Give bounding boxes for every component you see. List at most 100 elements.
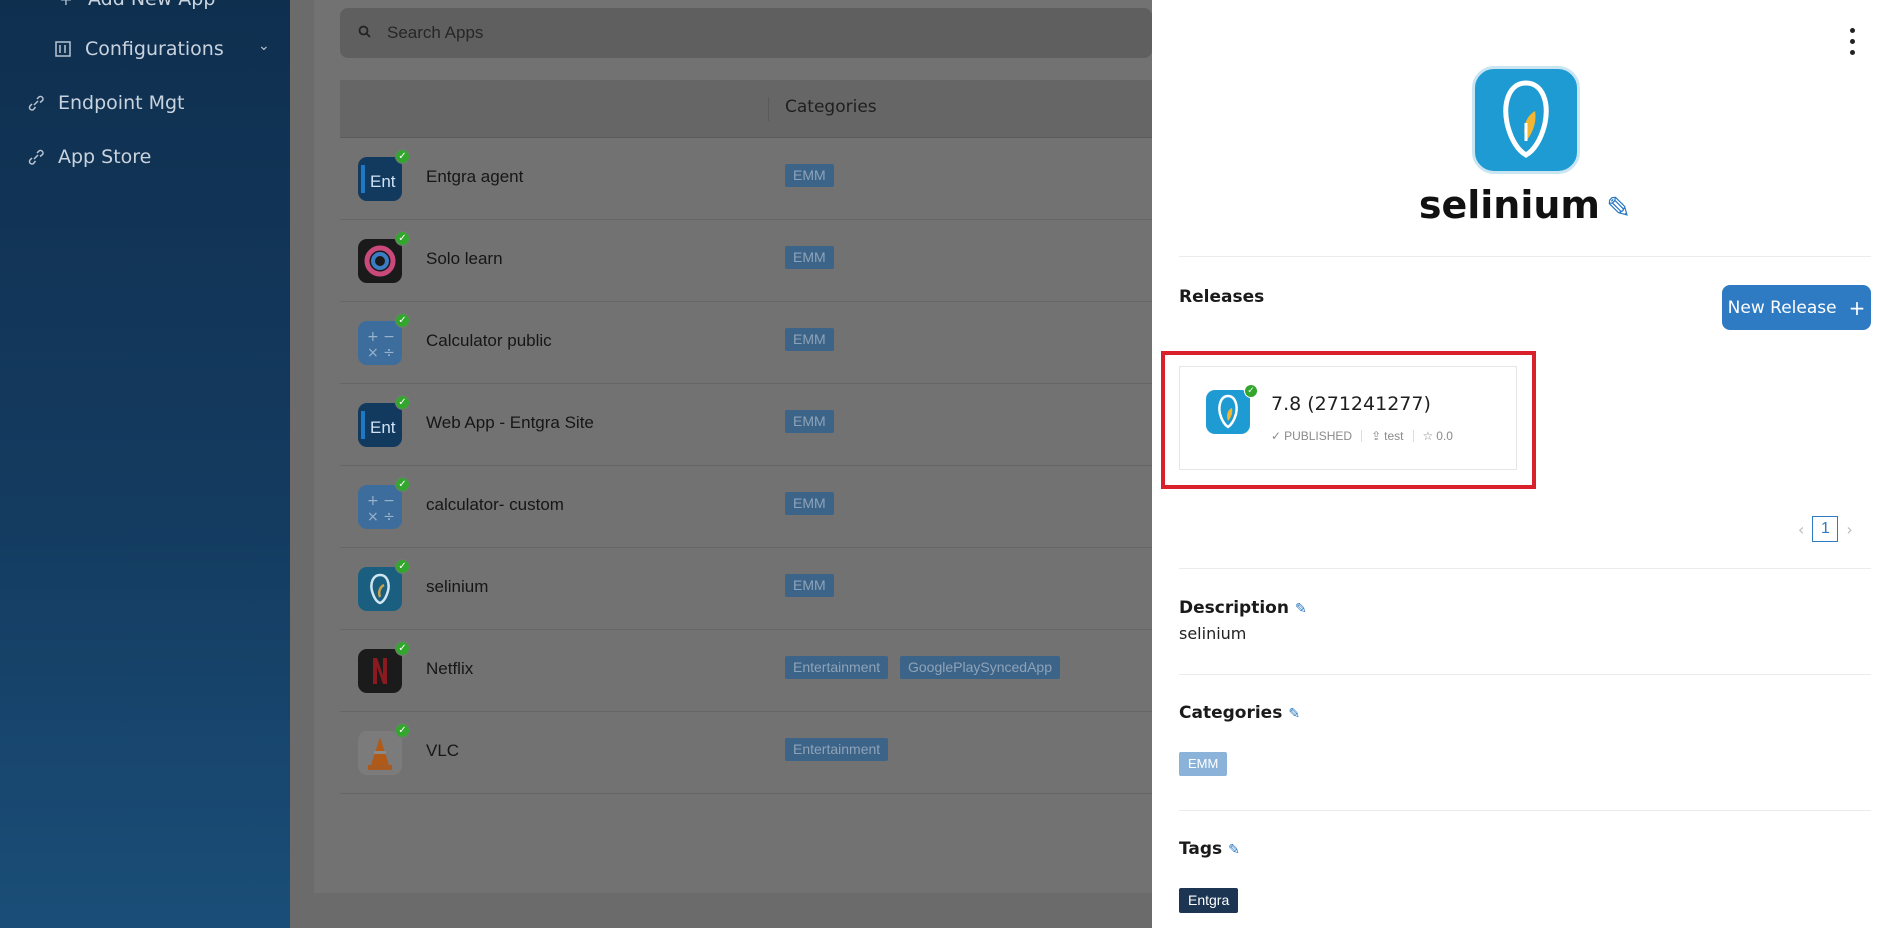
table-row[interactable]: Ent ✓ Entgra agent EMM xyxy=(340,138,1152,220)
description-text: selinium xyxy=(1179,624,1247,643)
svg-text:Ent: Ent xyxy=(370,418,396,437)
svg-text:Ent: Ent xyxy=(370,172,396,191)
svg-text:× ÷: × ÷ xyxy=(367,509,395,525)
sidebar-item-add-new-app[interactable]: + Add New App xyxy=(56,0,215,10)
plus-icon: + xyxy=(1848,295,1866,320)
sidebar-item-label: Configurations xyxy=(85,38,224,60)
category-tag: EMM xyxy=(785,164,834,187)
main-content: Categories Ent ✓ Entgra agent EMM ✓ Solo… xyxy=(290,0,1152,928)
selinium-release-icon xyxy=(1206,390,1250,434)
category-tag: Entertainment xyxy=(785,656,889,679)
prev-page-icon[interactable]: ‹ xyxy=(1798,520,1804,539)
category-tag: EMM xyxy=(1179,752,1228,776)
tags-title: Tags xyxy=(1179,839,1223,859)
chevron-down-icon[interactable]: ⌄ xyxy=(258,38,270,54)
published-check-icon: ✓ xyxy=(395,313,410,328)
categories-title: Categories xyxy=(1179,703,1283,723)
next-page-icon[interactable]: › xyxy=(1846,520,1852,539)
divider xyxy=(1179,674,1871,675)
table-row[interactable]: Ent ✓ Web App - Entgra Site EMM xyxy=(340,384,1152,466)
app-name: Solo learn xyxy=(426,249,503,268)
table-row[interactable]: ✓ Netflix Entertainment GooglePlaySynced… xyxy=(340,630,1152,712)
description-heading: Description ✎ xyxy=(1179,598,1307,618)
divider xyxy=(1179,810,1871,811)
release-card[interactable]: ✓ 7.8 (271241277) ✓ PUBLISHED ⇪ test ☆ 0… xyxy=(1179,366,1517,470)
new-release-label: New Release xyxy=(1727,297,1837,318)
category-tag: Entertainment xyxy=(785,738,889,761)
page-number[interactable]: 1 xyxy=(1812,516,1839,542)
sidebar-item-label: App Store xyxy=(58,146,152,168)
svg-text:+ −: + − xyxy=(367,329,395,345)
table-row[interactable]: ✓ selinium EMM xyxy=(340,548,1152,630)
release-rating: 0.0 xyxy=(1436,429,1453,443)
more-options-icon[interactable] xyxy=(1850,28,1860,61)
app-name: Calculator public xyxy=(426,331,552,350)
sololearn-icon xyxy=(358,239,402,283)
plus-icon: + xyxy=(56,0,76,9)
published-check-icon: ✓ xyxy=(395,723,410,738)
edit-icon[interactable]: ✎ xyxy=(1606,191,1631,226)
published-check-icon: ✓ xyxy=(395,477,410,492)
divider xyxy=(1179,568,1871,569)
new-release-button[interactable]: New Release + xyxy=(1722,285,1871,330)
divider xyxy=(1179,256,1871,257)
published-check-icon: ✓ xyxy=(1244,384,1258,398)
selinium-icon xyxy=(358,567,402,611)
netflix-icon xyxy=(358,649,402,693)
category-tag: EMM xyxy=(785,410,834,433)
sidebar-item-endpoint-mgt[interactable]: Endpoint Mgt xyxy=(26,92,185,114)
category-tag: EMM xyxy=(785,246,834,269)
published-check-icon: ✓ xyxy=(395,641,410,656)
edit-icon[interactable]: ✎ xyxy=(1228,842,1240,858)
app-name: calculator- custom xyxy=(426,495,564,514)
tags-heading: Tags ✎ xyxy=(1179,839,1240,859)
release-meta: ✓ PUBLISHED ⇪ test ☆ 0.0 xyxy=(1271,429,1453,443)
description-title: Description xyxy=(1179,598,1289,618)
app-name: VLC xyxy=(426,741,460,760)
vlc-icon xyxy=(358,731,402,775)
sidebar-item-configurations[interactable]: Configurations xyxy=(53,38,224,60)
selinium-app-icon xyxy=(1472,66,1580,174)
app-name: Netflix xyxy=(426,659,474,678)
entgra-icon: Ent xyxy=(358,157,402,201)
app-name: selinium xyxy=(426,577,489,596)
entgra-icon: Ent xyxy=(358,403,402,447)
published-check-icon: ✓ xyxy=(395,149,410,164)
sidebar-item-app-store[interactable]: App Store xyxy=(26,146,151,168)
release-type: test xyxy=(1384,429,1404,443)
edit-icon[interactable]: ✎ xyxy=(1295,601,1307,617)
table-header: Categories xyxy=(340,80,1152,138)
separator xyxy=(1361,430,1363,442)
table-row[interactable]: ✓ Solo learn EMM xyxy=(340,220,1152,302)
link-icon xyxy=(26,93,46,113)
tag-badge: Entgra xyxy=(1179,888,1239,913)
app-detail-drawer: selinium ✎ Releases New Release + ✓ 7.8 (2… xyxy=(1152,0,1898,928)
app-name: Web App - Entgra Site xyxy=(426,413,594,432)
app-name-heading: selinium xyxy=(1418,183,1601,227)
sidebar: + Add New App Configurations ⌄ Endpoint … xyxy=(0,0,290,928)
calculator-icon: + − × ÷ xyxy=(358,485,402,529)
published-check-icon: ✓ xyxy=(395,395,410,410)
link-icon xyxy=(26,147,46,167)
svg-text:+ −: + − xyxy=(367,493,395,509)
category-tag: EMM xyxy=(785,492,834,515)
published-check-icon: ✓ xyxy=(395,559,410,574)
table-row[interactable]: + − × ÷ ✓ Calculator public EMM xyxy=(340,302,1152,384)
svg-text:× ÷: × ÷ xyxy=(367,345,395,361)
published-check-icon: ✓ xyxy=(395,231,410,246)
upload-icon: ⇪ xyxy=(1371,429,1382,443)
category-tag: GooglePlaySyncedApp xyxy=(900,656,1060,679)
categories-column-header[interactable]: Categories xyxy=(785,97,877,117)
categories-heading: Categories ✎ xyxy=(1179,703,1300,723)
edit-icon[interactable]: ✎ xyxy=(1288,706,1300,722)
star-icon: ☆ xyxy=(1422,429,1434,443)
column-divider xyxy=(768,97,769,121)
table-row[interactable]: + − × ÷ ✓ calculator- custom EMM xyxy=(340,466,1152,548)
search-bar[interactable] xyxy=(340,8,1152,58)
search-input[interactable] xyxy=(387,23,987,43)
calculator-icon: + − × ÷ xyxy=(358,321,402,365)
config-icon xyxy=(53,39,73,59)
table-row[interactable]: ✓ VLC Entertainment xyxy=(340,712,1152,794)
check-icon: ✓ xyxy=(1271,429,1282,443)
release-status: PUBLISHED xyxy=(1284,429,1353,443)
